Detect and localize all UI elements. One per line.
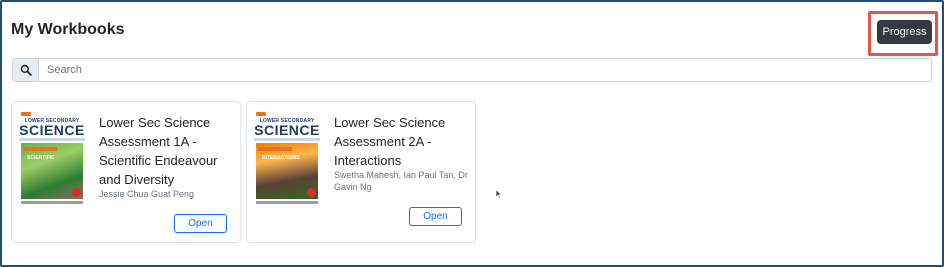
workbook-authors: Swetha Mahesh, Ian Paul Tan, Dr Gavin Ng <box>334 170 468 192</box>
cover-badge-icon <box>72 188 81 197</box>
publisher-logo <box>256 112 266 116</box>
page-title: My Workbooks <box>11 21 125 38</box>
workbook-authors: Jessie Chua Guat Peng <box>99 189 195 199</box>
workbook-card: LOWER SECONDARY SCIENCE SCIENTIFIC Lower… <box>11 101 241 243</box>
open-workbook-button[interactable]: Open <box>409 207 462 226</box>
publisher-logo <box>21 112 31 116</box>
workbook-card: LOWER SECONDARY SCIENCE INTERACTIONS Low… <box>246 101 476 243</box>
workbook-title: Lower Sec Science Assessment 2A - Intera… <box>334 115 446 168</box>
cover-badge-icon <box>307 188 316 197</box>
progress-button[interactable]: Progress <box>877 20 932 44</box>
cover-theme-text: SCIENTIFIC <box>27 155 55 161</box>
mouse-pointer-icon <box>495 185 503 203</box>
workbook-cover-image[interactable]: LOWER SECONDARY SCIENCE SCIENTIFIC <box>19 111 85 207</box>
workbook-cover-image[interactable]: LOWER SECONDARY SCIENCE INTERACTIONS <box>254 111 320 207</box>
open-workbook-button[interactable]: Open <box>174 214 227 233</box>
search-icon[interactable] <box>12 58 38 82</box>
cover-subject-text: SCIENCE <box>19 122 85 138</box>
workbook-title: Lower Sec Science Assessment 1A - Scient… <box>99 115 218 187</box>
cover-theme-text: INTERACTIONS <box>262 155 300 161</box>
cover-subject-text: SCIENCE <box>254 122 320 138</box>
search-input[interactable] <box>38 58 932 82</box>
search-bar <box>12 58 932 82</box>
